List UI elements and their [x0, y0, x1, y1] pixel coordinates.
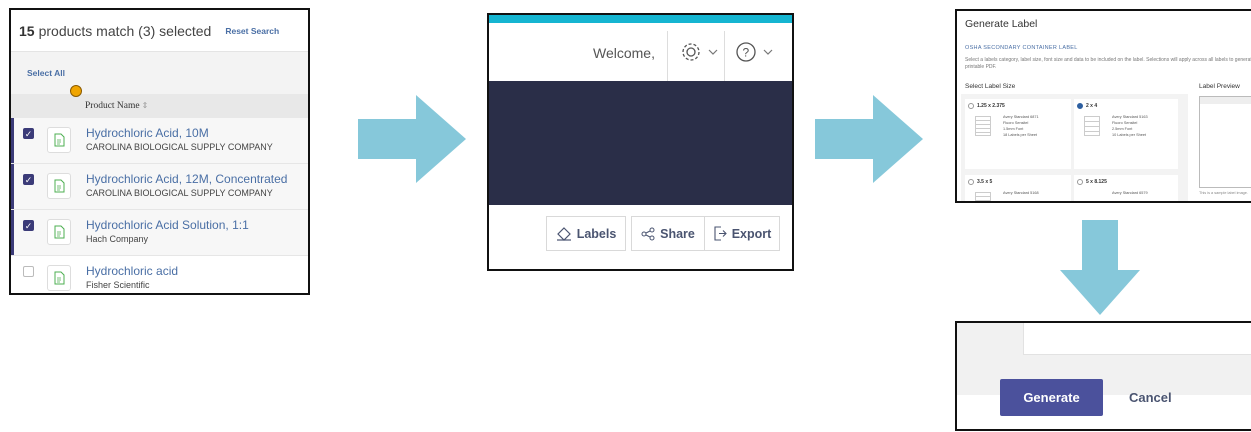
dialog-footer-panel: Generate Cancel — [955, 321, 1251, 431]
label-size-option[interactable]: 1.25 x 2.375 Avery Standard 6871 Fluoro … — [965, 99, 1071, 169]
product-company: Fisher Scientific — [86, 280, 150, 290]
label-size-grid: 1.25 x 2.375 Avery Standard 6871 Fluoro … — [961, 94, 1188, 201]
share-button[interactable]: Share — [631, 216, 705, 251]
sds-document-icon[interactable] — [47, 127, 71, 153]
form-field — [1023, 323, 1251, 355]
row-checkbox[interactable]: ✓ — [23, 128, 34, 139]
help-icon[interactable]: ? — [736, 41, 774, 66]
dialog-title: Generate Label — [965, 18, 1038, 30]
preview-note: This is a sample label image. — [1199, 191, 1248, 195]
row-checkbox[interactable] — [23, 266, 34, 277]
welcome-text: Welcome, — [593, 45, 655, 61]
share-button-label: Share — [660, 226, 695, 241]
row-checkbox[interactable]: ✓ — [23, 220, 34, 231]
sheet-thumbnail — [975, 116, 991, 136]
label-preview-heading: Label Preview — [1199, 83, 1240, 90]
select-all-link[interactable]: Select All — [27, 68, 65, 78]
action-toolbar: Labels Share Export — [489, 205, 792, 269]
label-size-option[interactable]: 2 x 4 Avery Standard 5163 Fluoro Sensite… — [1074, 99, 1178, 169]
size-detail: 10 Labels per Sheet — [1112, 133, 1146, 137]
label-size-option[interactable]: 3.5 x 5 Avery Standard 5168 — [965, 175, 1071, 201]
labels-button[interactable]: Labels — [546, 216, 626, 251]
label-tag-icon — [556, 226, 571, 241]
size-radio[interactable] — [1077, 179, 1083, 185]
divider — [724, 31, 725, 81]
size-title: 2 x 4 — [1086, 103, 1098, 109]
product-name-column-header[interactable]: Product Name ⇕ — [11, 85, 308, 118]
sheet-thumbnail — [975, 192, 991, 201]
export-button[interactable]: Export — [704, 216, 780, 251]
hotspot-marker — [70, 85, 82, 97]
size-title: 3.5 x 5 — [977, 179, 993, 185]
size-detail: Avery Standard 5168 — [1003, 191, 1039, 195]
app-header-panel: Welcome, ? Labels Share Export — [487, 13, 794, 271]
accent-bar — [489, 15, 792, 23]
size-detail: 18 Labels per Sheet — [1003, 133, 1037, 137]
row-checkbox[interactable]: ✓ — [23, 174, 34, 185]
sds-document-icon[interactable] — [47, 265, 71, 291]
result-count: 15 — [19, 22, 35, 39]
size-title: 5 x 8.125 — [1086, 179, 1107, 185]
svg-text:?: ? — [743, 46, 750, 60]
share-icon — [641, 227, 655, 240]
arrow-right-icon — [815, 95, 923, 183]
generate-label-dialog: Generate Label OSHA SECONDARY CONTAINER … — [955, 9, 1251, 203]
preview-header — [1200, 97, 1251, 104]
export-icon — [714, 226, 727, 241]
product-company: CAROLINA BIOLOGICAL SUPPLY COMPANY — [86, 142, 273, 152]
arrow-right-icon — [358, 95, 466, 183]
settings-gear-icon[interactable] — [681, 41, 719, 66]
arrow-down-icon — [1060, 220, 1140, 315]
size-radio[interactable] — [968, 179, 974, 185]
results-header: 15 products match (3) selected Reset Sea… — [11, 10, 308, 52]
product-name-link[interactable]: Hydrochloric Acid, 10M — [86, 126, 209, 140]
product-company: Hach Company — [86, 234, 149, 244]
size-radio[interactable] — [968, 103, 974, 109]
column-header-label: Product Name — [85, 101, 140, 111]
product-company: CAROLINA BIOLOGICAL SUPPLY COMPANY — [86, 188, 273, 198]
reset-search-link[interactable]: Reset Search — [225, 26, 279, 36]
cancel-button[interactable]: Cancel — [1129, 390, 1172, 405]
sds-document-icon[interactable] — [47, 219, 71, 245]
product-row[interactable]: ✓ Hydrochloric Acid Solution, 1:1 Hach C… — [11, 210, 308, 256]
dialog-description: Select a labels category, label size, fo… — [965, 57, 1251, 70]
label-size-option[interactable]: 5 x 8.125 Avery Standard 6579 — [1074, 175, 1178, 201]
labels-button-label: Labels — [576, 226, 617, 241]
select-label-size-heading: Select Label Size — [965, 83, 1016, 90]
dialog-subtitle: OSHA SECONDARY CONTAINER LABEL — [965, 45, 1078, 51]
product-name-link[interactable]: Hydrochloric Acid, 12M, Concentrated — [86, 172, 287, 186]
divider — [667, 31, 668, 81]
product-row[interactable]: Hydrochloric acid Fisher Scientific — [11, 256, 308, 293]
product-name-link[interactable]: Hydrochloric acid — [86, 264, 178, 278]
hero-banner — [489, 81, 792, 205]
select-all-row: Select All — [11, 52, 308, 94]
product-row[interactable]: ✓ Hydrochloric Acid, 12M, Concentrated C… — [11, 164, 308, 210]
export-button-label: Export — [731, 226, 772, 241]
size-radio[interactable] — [1077, 103, 1083, 109]
product-row[interactable]: ✓ Hydrochloric Acid, 10M CAROLINA BIOLOG… — [11, 118, 308, 164]
size-detail: Avery Standard 6579 — [1112, 191, 1148, 195]
label-preview — [1199, 96, 1251, 188]
generate-button[interactable]: Generate — [1000, 379, 1103, 416]
product-name-link[interactable]: Hydrochloric Acid Solution, 1:1 — [86, 218, 249, 232]
size-title: 1.25 x 2.375 — [977, 103, 1005, 109]
match-text: products match (3) selected — [38, 22, 212, 39]
user-bar: Welcome, ? — [489, 23, 792, 81]
sds-document-icon[interactable] — [47, 173, 71, 199]
product-list-panel: 15 products match (3) selected Reset Sea… — [9, 8, 310, 295]
sort-icon[interactable]: ⇕ — [142, 101, 149, 110]
sheet-thumbnail — [1084, 116, 1100, 136]
